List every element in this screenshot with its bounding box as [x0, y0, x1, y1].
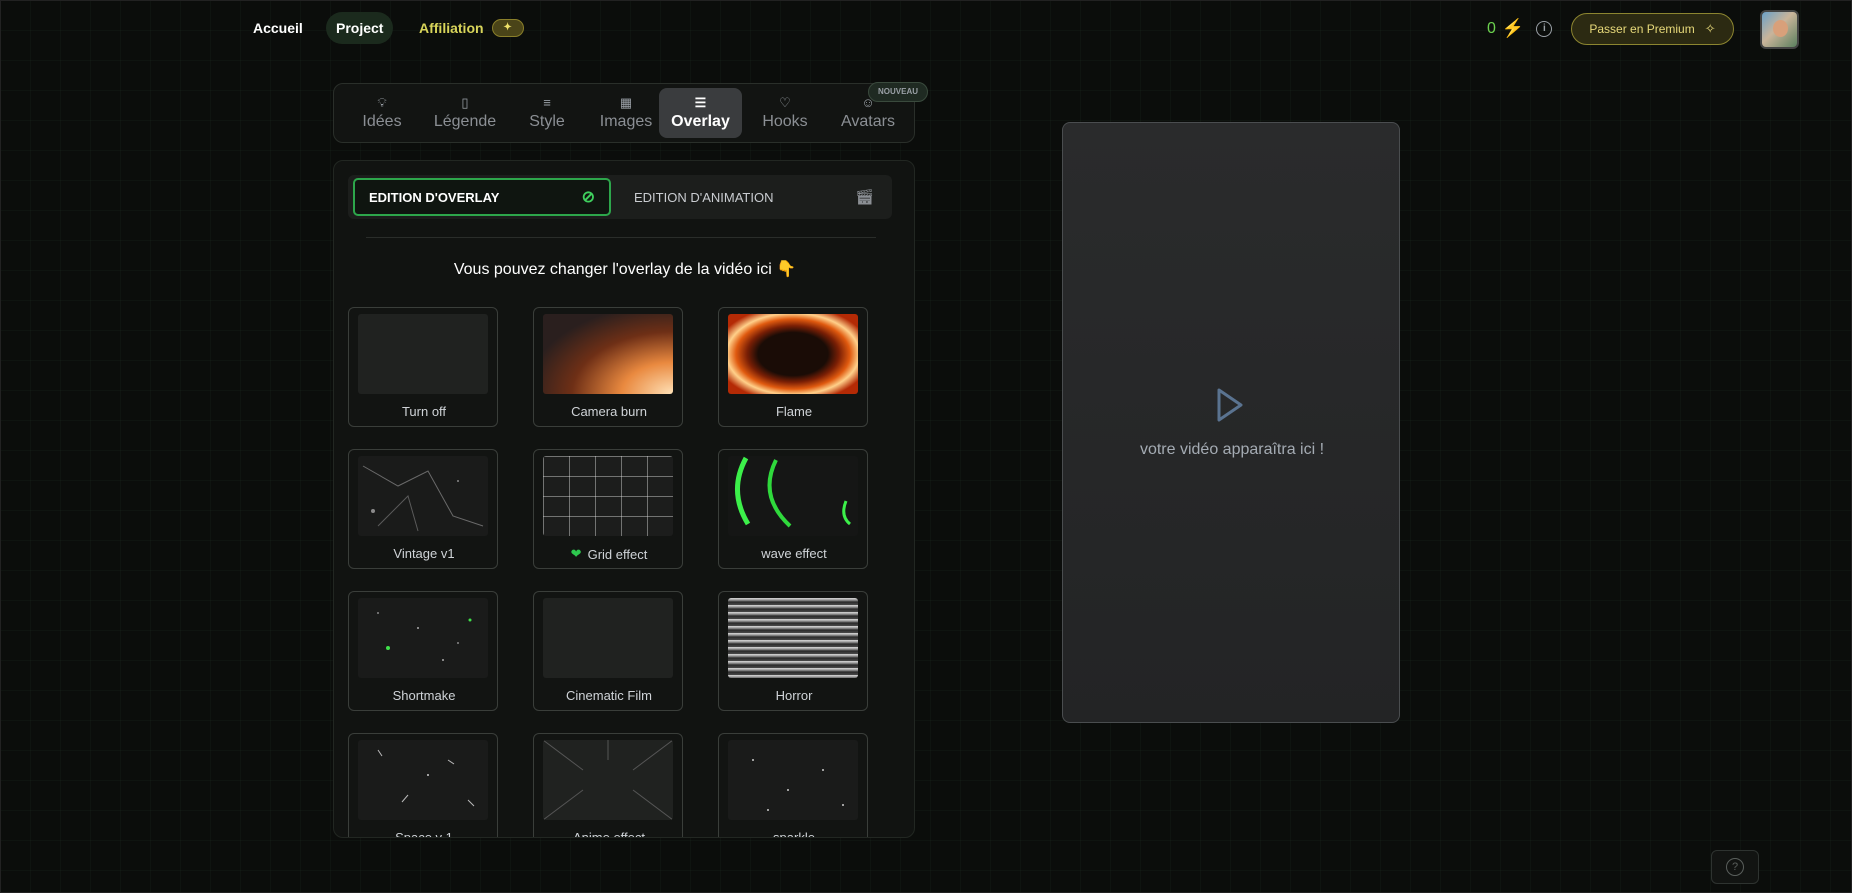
overlay-card-flame[interactable]: Flame	[718, 307, 868, 427]
tab-label: Idées	[362, 112, 402, 130]
affiliation-label: Affiliation	[419, 20, 484, 36]
overlay-card-horror[interactable]: Horror	[718, 591, 868, 711]
overlay-label: Space v 1	[395, 830, 453, 838]
overlay-thumbnail	[728, 740, 858, 820]
overlay-label: Vintage v1	[393, 546, 455, 561]
overlay-card-sparkle[interactable]: sparkle	[718, 733, 868, 838]
overlay-label: Grid effect	[587, 546, 648, 562]
lightbulb-icon: 💡︎	[377, 94, 387, 110]
tab-overlay[interactable]: ☰ Overlay	[659, 88, 742, 138]
heart-icon: ♡	[779, 94, 791, 110]
overlay-edit-tab[interactable]: EDITION D'OVERLAY ⊘	[353, 178, 611, 216]
overlay-thumbnail	[728, 456, 858, 536]
overlay-label: wave effect	[761, 546, 827, 561]
play-icon[interactable]	[1213, 385, 1247, 425]
overlay-card-wave-effect[interactable]: wave effect	[718, 449, 868, 569]
tab-label: Avatars	[841, 112, 895, 130]
top-navigation: Accueil Project Affiliation ✦ 0 ⚡ i Pass…	[0, 10, 1852, 49]
overlay-card-grid-effect[interactable]: ❤ Grid effect	[533, 449, 683, 569]
question-icon: ?	[1726, 858, 1744, 876]
preview-placeholder: votre vidéo apparaîtra ici !	[1139, 441, 1325, 458]
overlay-label-row: ❤ Grid effect	[534, 546, 684, 562]
tab-idees[interactable]: 💡︎ Idées	[346, 88, 418, 138]
video-preview: votre vidéo apparaîtra ici !	[1062, 122, 1400, 723]
overlay-thumbnail	[728, 314, 858, 394]
overlay-thumbnail	[543, 314, 673, 394]
nav-project-link[interactable]: Project	[326, 12, 394, 44]
overlay-thumbnail	[543, 740, 673, 820]
overlay-label: Horror	[775, 688, 813, 703]
sparkles-icon: ✧	[1704, 21, 1716, 36]
overlay-thumbnail	[728, 598, 858, 678]
overlay-card-turn-off[interactable]: Turn off	[348, 307, 498, 427]
file-icon: ▯	[461, 94, 469, 110]
overlay-edit-label: EDITION D'OVERLAY	[369, 189, 500, 205]
overlay-thumbnail	[358, 314, 488, 394]
tab-style[interactable]: ≡ Style	[512, 88, 582, 138]
animation-edit-tab[interactable]: EDITION D'ANIMATION 🎬︎	[618, 178, 886, 216]
credits-counter: 0 ⚡ i	[1487, 18, 1553, 39]
nav-home-link[interactable]: Accueil	[243, 12, 313, 44]
credits-value: 0	[1487, 19, 1496, 37]
avatar[interactable]	[1760, 10, 1799, 49]
premium-label: Passer en Premium	[1589, 22, 1695, 36]
overlay-card-cinematic-film[interactable]: Cinematic Film	[533, 591, 683, 711]
editor-tab-bar: 💡︎ Idées ▯ Légende ≡ Style ▦ Images ☰ Ov…	[333, 83, 915, 143]
overlay-panel: EDITION D'OVERLAY ⊘ EDITION D'ANIMATION …	[333, 160, 915, 838]
animation-edit-label: EDITION D'ANIMATION	[634, 189, 774, 205]
link-rings-icon: ⊘	[581, 189, 595, 206]
info-icon[interactable]: i	[1536, 20, 1553, 37]
tab-label: Images	[599, 112, 653, 130]
favorite-heart-icon: ❤	[570, 546, 582, 561]
overlay-label: Turn off	[401, 404, 447, 419]
overlay-thumbnail	[358, 598, 488, 678]
overlay-card-anime-effect[interactable]: Anime effect	[533, 733, 683, 838]
overlay-thumbnail	[358, 456, 488, 536]
tab-label: Overlay	[671, 112, 730, 130]
overlay-card-vintage-v1[interactable]: Vintage v1	[348, 449, 498, 569]
overlay-label: Shortmake	[392, 688, 456, 703]
overlay-label: sparkle	[773, 830, 815, 838]
help-button[interactable]: ?	[1711, 850, 1759, 884]
overlay-card-shortmake[interactable]: Shortmake	[348, 591, 498, 711]
overlay-card-space-v1[interactable]: Space v 1	[348, 733, 498, 838]
overlay-thumbnail	[543, 598, 673, 678]
tab-label: Hooks	[762, 112, 808, 130]
overlay-label: Camera burn	[571, 404, 647, 419]
panel-headline: Vous pouvez changer l'overlay de la vidé…	[453, 261, 797, 278]
text-style-icon: ≡	[543, 94, 551, 110]
edit-mode-toggle: EDITION D'OVERLAY ⊘ EDITION D'ANIMATION …	[348, 175, 892, 219]
clapperboard-icon: 🎬︎	[854, 189, 874, 206]
tab-label: Légende	[433, 112, 497, 130]
overlay-label: Anime effect	[572, 830, 646, 838]
overlay-thumbnail	[543, 456, 673, 536]
tab-legende[interactable]: ▯ Légende	[422, 88, 508, 138]
divider	[366, 237, 876, 238]
overlay-label: Cinematic Film	[566, 688, 652, 703]
premium-button[interactable]: Passer en Premium ✧	[1571, 13, 1734, 45]
tab-hooks[interactable]: ♡ Hooks	[748, 88, 822, 138]
sparkle-icon: ✦	[491, 19, 524, 37]
lightning-icon: ⚡	[1501, 18, 1525, 38]
sliders-icon: ☰	[694, 94, 707, 110]
overlay-thumbnail	[358, 740, 488, 820]
new-badge: NOUVEAU	[868, 82, 929, 102]
overlay-label: Flame	[775, 404, 813, 419]
tab-label: Style	[529, 112, 565, 130]
nav-affiliation-link[interactable]: Affiliation ✦	[409, 12, 534, 44]
overlay-card-camera-burn[interactable]: Camera burn	[533, 307, 683, 427]
film-icon: ▦	[619, 94, 633, 110]
tab-images[interactable]: ▦ Images	[586, 88, 666, 138]
